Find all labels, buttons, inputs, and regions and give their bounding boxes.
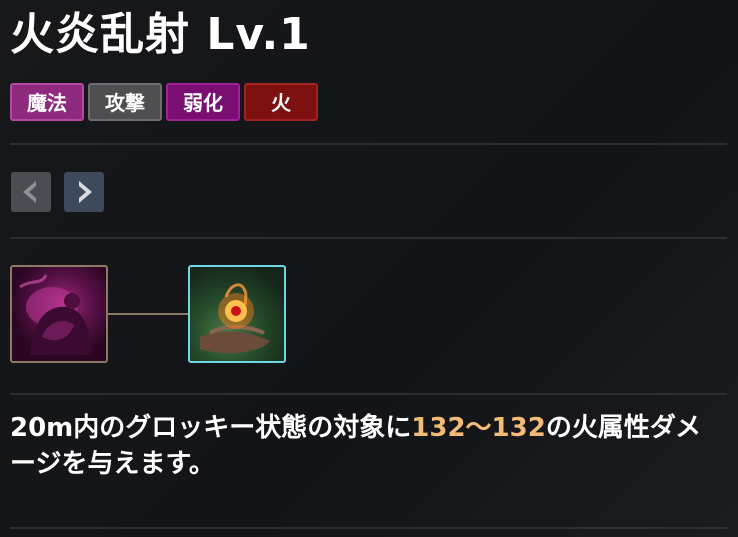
dark-creature-skill-icon[interactable] xyxy=(10,265,108,363)
skill-description: 20m内のグロッキー状態の対象に132〜132の火属性ダメージを与えます。 xyxy=(10,410,722,482)
chevron-left-icon xyxy=(23,181,36,203)
tag-attack: 攻撃 xyxy=(88,83,162,121)
skill-connector-line xyxy=(108,313,188,315)
divider xyxy=(10,143,727,145)
skill-title: 火炎乱射 Lv.1 xyxy=(10,9,311,60)
chevron-right-icon xyxy=(79,181,92,203)
fire-in-hand-skill-icon[interactable] xyxy=(188,265,286,363)
description-text: 20m内のグロッキー状態の対象に xyxy=(10,413,412,443)
previous-level-button[interactable] xyxy=(11,172,51,212)
skill-tags: 魔法 攻撃 弱化 火 xyxy=(10,83,318,121)
divider xyxy=(10,527,727,529)
tag-fire: 火 xyxy=(244,83,318,121)
damage-range: 132〜132 xyxy=(411,413,546,443)
tag-weaken: 弱化 xyxy=(166,83,240,121)
divider xyxy=(10,237,727,239)
divider xyxy=(10,393,727,395)
next-level-button[interactable] xyxy=(64,172,104,212)
tag-magic: 魔法 xyxy=(10,83,84,121)
